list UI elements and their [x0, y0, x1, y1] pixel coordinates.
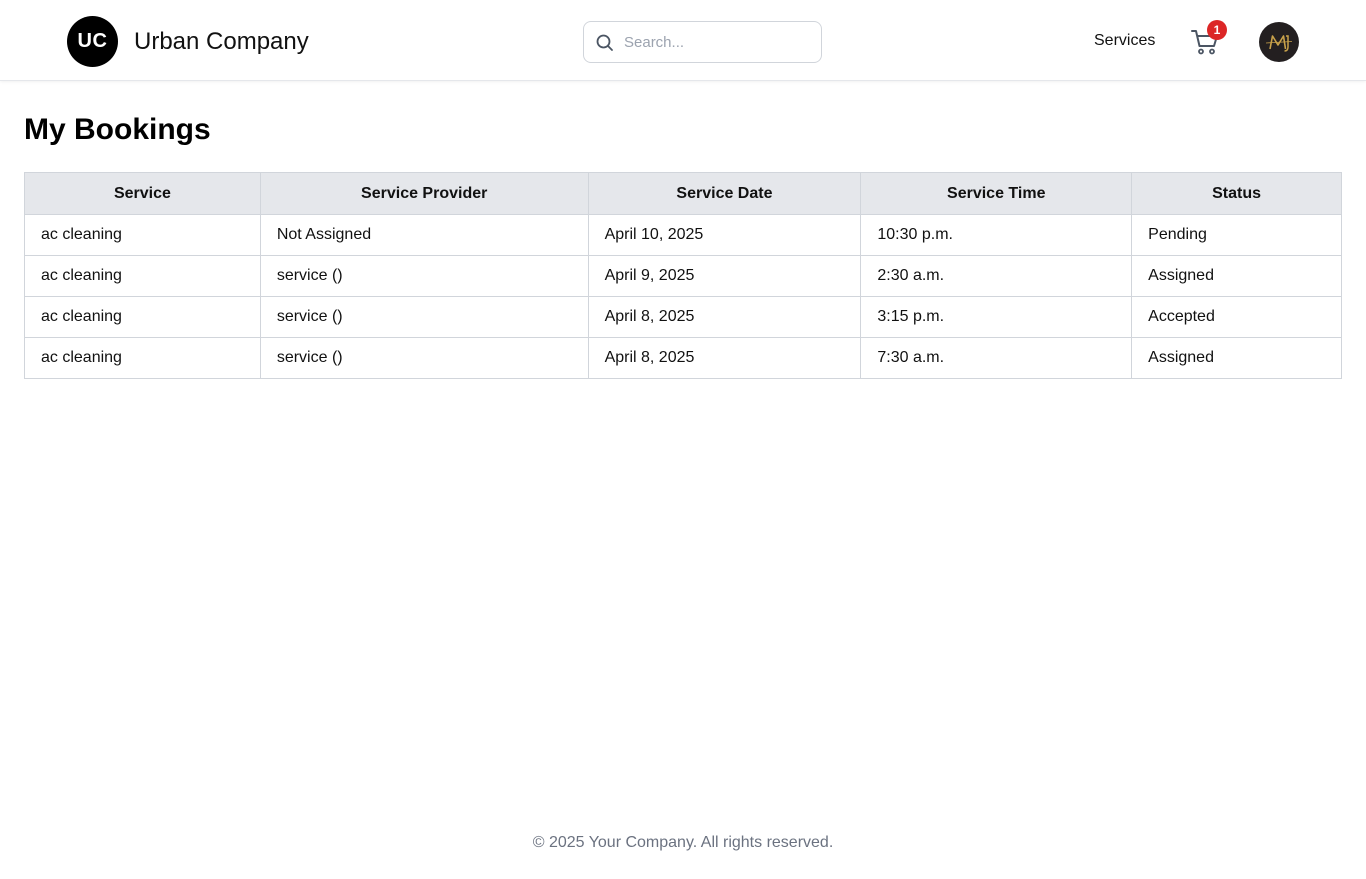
- cell-service: ac cleaning: [24, 255, 261, 297]
- cell-service-date: April 9, 2025: [587, 255, 862, 297]
- cell-service-provider: service (): [259, 255, 589, 297]
- page-title: My Bookings: [24, 113, 211, 146]
- cell-service-time: 10:30 p.m.: [860, 214, 1133, 256]
- avatar-monogram-image: [1265, 35, 1293, 52]
- column-header-service-provider: Service Provider: [259, 172, 589, 215]
- search-input[interactable]: [624, 22, 814, 62]
- table-row: ac cleaning Not Assigned April 10, 2025 …: [24, 214, 1342, 256]
- cell-service-date: April 8, 2025: [587, 296, 862, 338]
- cell-status: Assigned: [1131, 337, 1342, 379]
- cell-status: Accepted: [1131, 296, 1342, 338]
- navbar: UC Urban Company Services 1: [0, 0, 1366, 81]
- cell-service-time: 2:30 a.m.: [860, 255, 1133, 297]
- user-avatar[interactable]: [1259, 22, 1299, 62]
- table-row: ac cleaning service () April 9, 2025 2:3…: [24, 255, 1342, 297]
- column-header-status: Status: [1131, 172, 1342, 215]
- cell-service-date: April 8, 2025: [587, 337, 862, 379]
- column-header-service-time: Service Time: [860, 172, 1133, 215]
- brand-link[interactable]: UC Urban Company: [67, 16, 309, 67]
- cell-service: ac cleaning: [24, 337, 261, 379]
- table-header-row: Service Service Provider Service Date Se…: [24, 172, 1342, 215]
- search-box: [583, 21, 822, 63]
- cell-service-date: April 10, 2025: [587, 214, 862, 256]
- cell-service: ac cleaning: [24, 296, 261, 338]
- cell-service-provider: service (): [259, 337, 589, 379]
- search-icon: [596, 34, 613, 51]
- column-header-service: Service: [24, 172, 261, 215]
- brand-logo: UC: [67, 16, 118, 67]
- brand-name: Urban Company: [134, 27, 309, 55]
- table-row: ac cleaning service () April 8, 2025 7:3…: [24, 337, 1342, 379]
- cell-service-time: 7:30 a.m.: [860, 337, 1133, 379]
- footer-copyright: © 2025 Your Company. All rights reserved…: [532, 834, 834, 851]
- bookings-table: Service Service Provider Service Date Se…: [24, 172, 1342, 379]
- cart-count-badge: 1: [1207, 20, 1227, 40]
- cell-service-time: 3:15 p.m.: [860, 296, 1133, 338]
- cell-status: Pending: [1131, 214, 1342, 256]
- nav-link-services[interactable]: Services: [1094, 32, 1155, 50]
- cell-service-provider: service (): [259, 296, 589, 338]
- column-header-service-date: Service Date: [587, 172, 862, 215]
- cell-status: Assigned: [1131, 255, 1342, 297]
- table-row: ac cleaning service () April 8, 2025 3:1…: [24, 296, 1342, 338]
- cell-service-provider: Not Assigned: [259, 214, 589, 256]
- cell-service: ac cleaning: [24, 214, 261, 256]
